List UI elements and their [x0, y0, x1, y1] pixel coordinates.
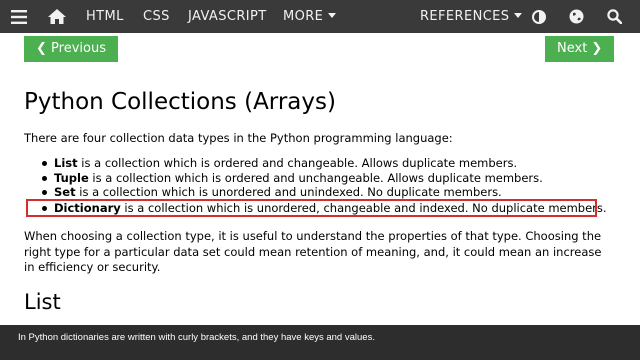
nav-more-label: MORE [283, 9, 324, 24]
video-caption-bar: In Python dictionaries are written with … [0, 325, 640, 360]
bullet [42, 175, 47, 181]
nav-javascript-link[interactable]: JAVASCRIPT [188, 0, 267, 33]
desc-tuple: is a collection which is ordered and unc… [88, 170, 543, 185]
page-title: Python Collections (Arrays) [24, 89, 336, 115]
nav-html-link[interactable]: HTML [86, 0, 124, 33]
nav-references-dropdown[interactable]: REFERENCES [420, 0, 523, 33]
nav-references-label: REFERENCES [420, 9, 510, 24]
term-list: List [54, 156, 78, 170]
desc-list: is a collection which is ordered and cha… [77, 156, 518, 170]
desc-set: is a collection which is unordered and u… [75, 185, 502, 199]
search-icon[interactable] [604, 0, 624, 33]
hamburger-menu-icon[interactable] [8, 0, 30, 33]
caret-down-icon [514, 13, 523, 18]
globe-icon[interactable] [566, 0, 586, 33]
list-item-list: List is a collection which is ordered an… [42, 156, 607, 171]
dictionary-highlight-box [26, 199, 597, 217]
term-tuple: Tuple [54, 170, 89, 185]
term-set: Set [54, 185, 76, 199]
nav-more-dropdown[interactable]: MORE [283, 0, 337, 33]
nav-css-link[interactable]: CSS [143, 0, 170, 33]
contrast-icon[interactable] [529, 0, 549, 33]
next-button[interactable]: Next ❯ [545, 36, 615, 62]
caret-down-icon [328, 13, 337, 18]
home-icon[interactable] [44, 0, 70, 33]
intro-text: There are four collection data types in … [24, 131, 453, 145]
top-navigation-bar: HTML CSS JAVASCRIPT MORE REFERENCES [0, 0, 640, 33]
bullet [42, 161, 47, 166]
caption-text: In Python dictionaries are written with … [18, 332, 375, 343]
previous-button[interactable]: ❮ Previous [24, 36, 118, 62]
bullet [42, 190, 47, 195]
list-item-set: Set is a collection which is unordered a… [42, 185, 607, 200]
list-section-heading: List [24, 290, 61, 314]
collection-choice-paragraph: When choosing a collection type, it is u… [24, 229, 602, 274]
list-item-tuple: Tuple is a collection which is ordered a… [42, 170, 607, 186]
